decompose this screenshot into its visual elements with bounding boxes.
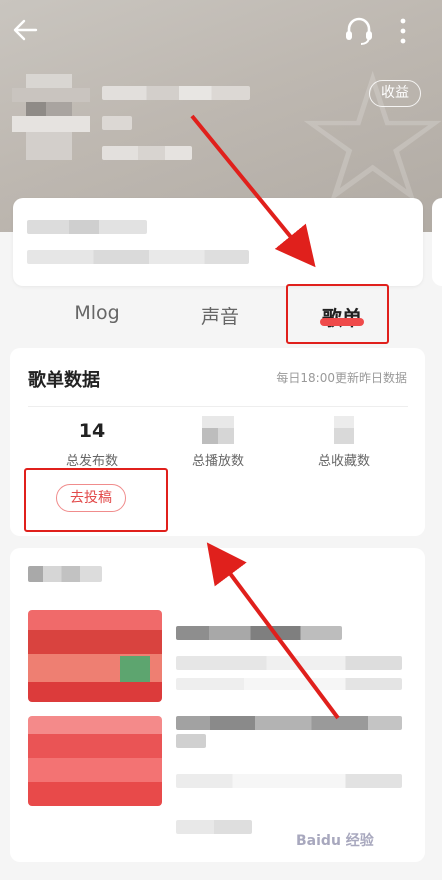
nickname-redacted [102,86,250,100]
playlist-title-redacted [176,626,342,640]
list-header-redacted [28,566,102,582]
user-level-redacted [102,116,132,130]
playlist-data-title: 歌单数据 [28,370,100,391]
stat-label: 总发布数 [65,454,118,469]
avatar[interactable] [12,74,90,160]
watermark: Baidu 经验 [296,833,374,849]
info-line-1-redacted [27,220,147,234]
playlist-meta-redacted [176,774,402,788]
playlist-cover[interactable] [28,610,162,702]
playlist-list-card [10,548,425,862]
info-line-2-redacted [27,250,249,264]
headset-icon[interactable] [342,14,376,48]
tab-mlog[interactable]: Mlog [64,302,130,324]
annotation-box-playlist-tab [286,284,389,344]
stat-total-favorites: 总收藏数 [284,416,404,469]
creator-info-card[interactable] [13,198,423,286]
stat-value-redacted [284,416,404,446]
back-arrow-icon[interactable] [10,14,42,46]
stat-label: 总播放数 [191,454,244,469]
stat-label: 总收藏数 [317,454,370,469]
follow-stats-redacted [102,146,192,160]
playlist-stats-redacted [176,820,252,834]
playlist-title-redacted [176,716,402,730]
stat-value-redacted [158,416,278,446]
stat-total-published: 14 总发布数 [32,416,152,469]
update-note: 每日18:00更新昨日数据 [276,371,407,385]
divider [28,406,408,407]
stat-value: 14 [78,420,106,442]
next-card-peek [432,198,442,286]
stat-total-plays: 总播放数 [158,416,278,469]
playlist-meta-redacted [176,656,402,670]
tab-audio[interactable]: 声音 [190,302,250,329]
playlist-cover[interactable] [28,716,162,806]
more-vertical-icon[interactable] [396,14,410,48]
income-button[interactable]: 收益 [369,80,421,107]
annotation-box-submit [24,468,168,532]
playlist-title-line2-redacted [176,734,206,748]
playlist-stats-redacted [176,678,402,690]
